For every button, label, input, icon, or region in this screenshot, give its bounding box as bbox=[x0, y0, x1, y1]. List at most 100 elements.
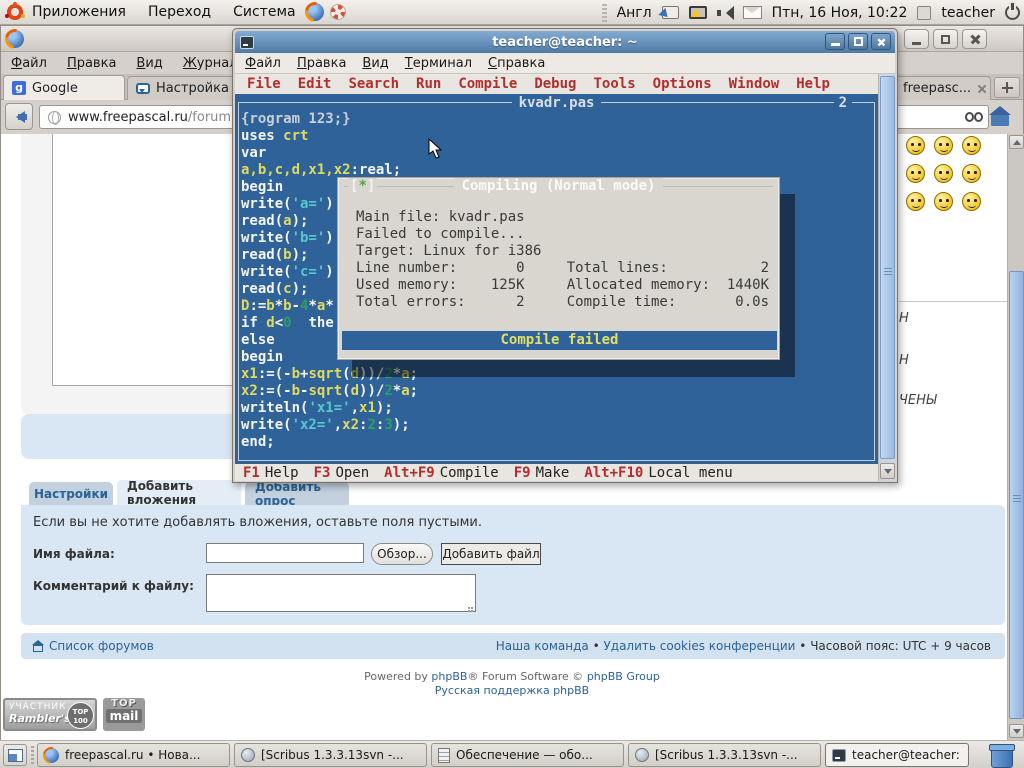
browser-scrollbar-thumb[interactable] bbox=[1009, 271, 1024, 719]
browser-menu-2[interactable]: Вид bbox=[136, 56, 162, 71]
show-desktop-button[interactable] bbox=[3, 744, 27, 766]
panel-menu-1[interactable]: Переход bbox=[148, 4, 211, 20]
ide-menu-compile[interactable]: Compile bbox=[458, 76, 517, 92]
footer-link[interactable]: Наша команда bbox=[496, 639, 589, 653]
tab-config[interactable]: Настройка . bbox=[127, 76, 247, 100]
firefox-launcher-icon[interactable] bbox=[306, 3, 324, 21]
tab-add-poll[interactable]: Добавить опрос bbox=[245, 482, 349, 505]
browser-menu-0[interactable]: Файл bbox=[11, 56, 47, 71]
help-launcher-icon[interactable] bbox=[330, 4, 346, 20]
volume-icon[interactable] bbox=[717, 6, 733, 20]
panel-handle[interactable] bbox=[602, 4, 607, 22]
attachments-panel: Если вы не хотите добавлять вложения, ос… bbox=[21, 505, 1005, 625]
browser-minimize-button[interactable] bbox=[904, 29, 929, 49]
smiley-neutral-icon[interactable] bbox=[962, 192, 981, 211]
browser-scrollbar[interactable] bbox=[1007, 134, 1024, 740]
terminal-minimize-button[interactable] bbox=[825, 33, 845, 50]
taskbar-button[interactable]: [Scribus 1.3.3.13svn -... bbox=[628, 743, 821, 767]
ide-menu-run[interactable]: Run bbox=[416, 76, 441, 92]
smiley-smile-icon[interactable] bbox=[934, 136, 953, 155]
add-file-button[interactable]: Добавить файл bbox=[441, 543, 541, 565]
ide-menu-window[interactable]: Window bbox=[729, 76, 780, 92]
trash-icon[interactable] bbox=[988, 742, 1014, 767]
smiley-mad-icon[interactable] bbox=[906, 164, 925, 183]
terminal-scroll-down-button[interactable] bbox=[880, 463, 895, 479]
display-settings-icon[interactable] bbox=[689, 6, 707, 19]
smiley-evil-icon[interactable] bbox=[962, 164, 981, 183]
new-tab-button[interactable] bbox=[994, 77, 1020, 98]
tab-freepascal[interactable]: freepasc... bbox=[894, 76, 991, 100]
user-name[interactable]: teacher bbox=[941, 5, 995, 21]
forum-index-link[interactable]: Список форумов bbox=[33, 639, 154, 653]
fkey-f1[interactable]: F1Help bbox=[243, 465, 299, 481]
fkey-alt+f9[interactable]: Alt+F9Compile bbox=[384, 465, 499, 481]
terminal-maximize-button[interactable] bbox=[848, 33, 868, 50]
browser-maximize-button[interactable] bbox=[933, 29, 958, 49]
taskbar-button[interactable]: teacher@teacher: ~ bbox=[825, 743, 969, 767]
smiley-cool-icon[interactable] bbox=[962, 136, 981, 155]
browse-button[interactable]: Обзор... bbox=[371, 543, 433, 565]
terminal-menu-2[interactable]: Вид bbox=[362, 56, 388, 71]
scroll-down-button[interactable] bbox=[1009, 724, 1024, 738]
back-button[interactable] bbox=[5, 103, 33, 130]
phpbb-link[interactable]: phpBB Group bbox=[587, 670, 660, 683]
home-button[interactable] bbox=[987, 104, 1013, 130]
browser-menu-3[interactable]: Журнал bbox=[183, 56, 238, 71]
terminal-menu-1[interactable]: Правка bbox=[297, 56, 346, 71]
terminal-menu-3[interactable]: Терминал bbox=[405, 56, 472, 71]
ide-menu-search[interactable]: Search bbox=[348, 76, 399, 92]
mailru-top-badge[interactable]: TOP mail bbox=[103, 698, 145, 731]
ide-menu-edit[interactable]: Edit bbox=[298, 76, 332, 92]
smiley-idea-icon[interactable] bbox=[906, 192, 925, 211]
russian-support-link[interactable]: Русская поддержка phpBB bbox=[1, 684, 1023, 697]
smiley-arrow-icon[interactable] bbox=[934, 192, 953, 211]
fkey-f9[interactable]: F9Make bbox=[514, 465, 570, 481]
phpbb-link[interactable]: phpBB bbox=[431, 670, 467, 683]
fkey-f3[interactable]: F3Open bbox=[314, 465, 370, 481]
tab-label: Настройка . bbox=[156, 81, 237, 96]
fkey-alt+f10[interactable]: Alt+F10Local menu bbox=[584, 465, 732, 481]
ide-menu-tools[interactable]: Tools bbox=[593, 76, 635, 92]
footer-text: • bbox=[795, 639, 810, 653]
taskbar-button[interactable]: [Scribus 1.3.3.13svn -... bbox=[234, 743, 427, 767]
terminal-menu-4[interactable]: Справка bbox=[488, 56, 545, 71]
ide-menu-options[interactable]: Options bbox=[653, 76, 712, 92]
scroll-up-button[interactable] bbox=[1009, 135, 1024, 149]
file-comment-textarea[interactable] bbox=[206, 574, 476, 612]
tab-google[interactable]: Google bbox=[3, 75, 125, 100]
tab-close-icon[interactable] bbox=[977, 84, 982, 94]
terminal-scrollbar-thumb[interactable] bbox=[880, 76, 895, 459]
smiley-twisted-icon[interactable] bbox=[934, 164, 953, 183]
bbcode-status-fragment: Н bbox=[899, 311, 909, 326]
tab-settings[interactable]: Настройки bbox=[29, 482, 113, 505]
smiley-eek-icon[interactable] bbox=[906, 136, 925, 155]
taskbar-button[interactable]: Обеспечение — обо... bbox=[431, 743, 624, 767]
file-name-input[interactable] bbox=[206, 543, 364, 563]
terminal-scrollbar[interactable] bbox=[878, 74, 896, 481]
terminal-close-button[interactable] bbox=[871, 33, 891, 50]
footer-link[interactable]: Удалить cookies конференции bbox=[603, 639, 795, 653]
ide-menu-file[interactable]: File bbox=[247, 76, 281, 92]
taskbar-button[interactable]: freepascal.ru • Нова... bbox=[37, 743, 230, 767]
ubuntu-logo-icon[interactable] bbox=[6, 3, 24, 21]
rambler-top100-badge[interactable]: УЧАСТНИК Rambler's TOP100 bbox=[3, 698, 97, 731]
ide-menu-help[interactable]: Help bbox=[796, 76, 830, 92]
panel-menu-2[interactable]: Система bbox=[233, 4, 295, 20]
up-arrow-icon bbox=[1013, 136, 1021, 145]
mail-notification-icon[interactable] bbox=[743, 6, 762, 19]
terminal-menu-0[interactable]: Файл bbox=[245, 56, 281, 71]
ide-editor[interactable]: kvadr.pas 2 {rogram 123;}uses crtvara,b,… bbox=[235, 94, 878, 464]
terminal-titlebar[interactable]: teacher@teacher: ~ bbox=[235, 31, 895, 53]
accessibility-keyboard-icon[interactable] bbox=[662, 6, 679, 19]
clock[interactable]: Птн, 16 Ноя, 10:22 bbox=[772, 5, 908, 21]
browser-close-button[interactable] bbox=[962, 29, 987, 49]
taskbar-button-label: Обеспечение — обо... bbox=[456, 748, 593, 762]
panel-menu-0[interactable]: Приложения bbox=[32, 4, 126, 20]
power-icon[interactable] bbox=[1005, 5, 1020, 20]
keyboard-layout-indicator[interactable]: Англ bbox=[617, 5, 652, 21]
user-switcher-icon[interactable] bbox=[917, 6, 931, 20]
terminal-screen[interactable]: File Edit Search Run Compile Debug Tools Option… bbox=[235, 74, 878, 481]
tab-add-attachments[interactable]: Добавить вложения bbox=[117, 480, 241, 505]
ide-menu-debug[interactable]: Debug bbox=[534, 76, 576, 92]
browser-menu-1[interactable]: Правка bbox=[67, 56, 116, 71]
